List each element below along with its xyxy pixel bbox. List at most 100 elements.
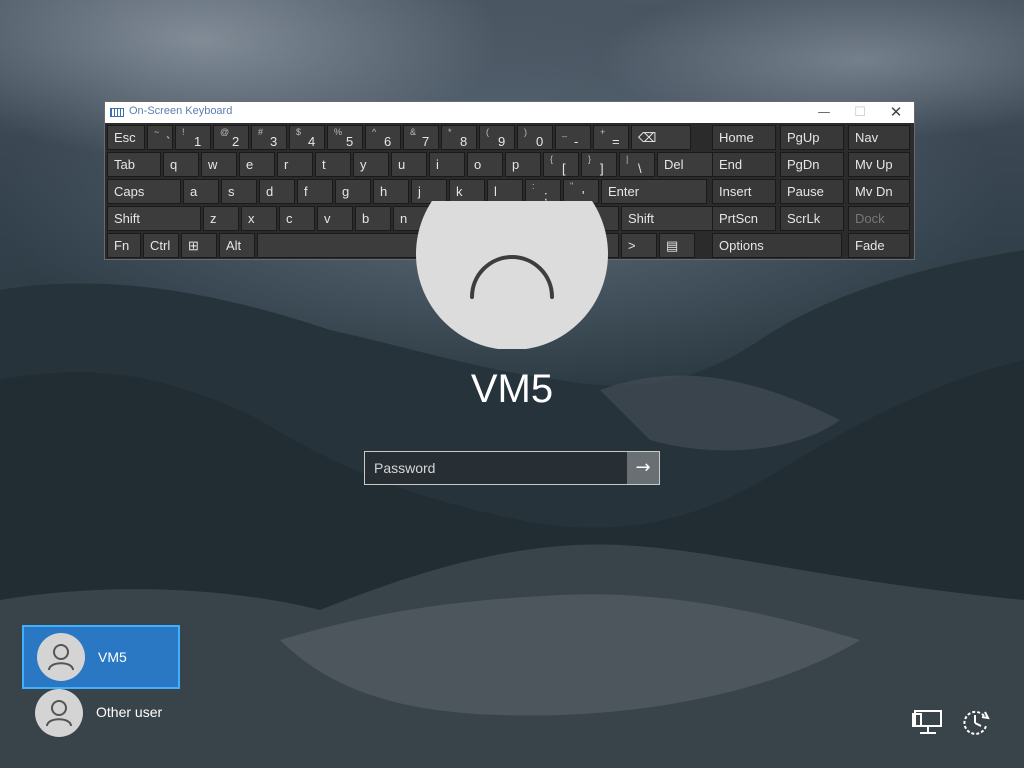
key-home[interactable]: Home: [712, 125, 776, 150]
key-0[interactable]: ) 0: [517, 125, 553, 150]
key-label: PrtScn: [719, 211, 759, 226]
key-b[interactable]: b: [355, 206, 391, 231]
key-fn[interactable]: Fn: [107, 233, 141, 258]
key-[[interactable]: {[: [543, 152, 579, 177]
osk-title-bar[interactable]: On-Screen Keyboard — ☐ ✕: [105, 102, 914, 123]
key-6[interactable]: ^ 6: [365, 125, 401, 150]
key-label: z: [210, 211, 217, 226]
key-label: PgUp: [787, 130, 820, 145]
key-prtscn[interactable]: PrtScn: [712, 206, 776, 231]
key-enter[interactable]: Enter: [601, 179, 707, 204]
key-label: o: [474, 157, 482, 172]
key-a[interactable]: a: [183, 179, 219, 204]
key-shift-label: (: [486, 127, 489, 137]
key-▤[interactable]: ▤: [659, 233, 695, 258]
key-x[interactable]: x: [241, 206, 277, 231]
user-tile-other-user[interactable]: Other user: [22, 680, 180, 744]
key-main-label: 1: [194, 134, 202, 149]
key-main-label: 0: [536, 134, 544, 149]
close-button[interactable]: ✕: [878, 102, 914, 123]
maximize-button[interactable]: ☐: [842, 102, 878, 123]
key-tab[interactable]: Tab: [107, 152, 161, 177]
key-o[interactable]: o: [467, 152, 503, 177]
key-i[interactable]: i: [429, 152, 465, 177]
key-nav[interactable]: Nav: [848, 125, 910, 150]
key-s[interactable]: s: [221, 179, 257, 204]
key-u[interactable]: u: [391, 152, 427, 177]
key-⌫[interactable]: ⌫: [631, 125, 691, 150]
key-scrlk[interactable]: ScrLk: [780, 206, 844, 231]
key-9[interactable]: (9: [479, 125, 515, 150]
key--[interactable]: _ -: [555, 125, 591, 150]
key-d[interactable]: d: [259, 179, 295, 204]
minimize-button[interactable]: —: [806, 102, 842, 123]
key-z[interactable]: z: [203, 206, 239, 231]
key-=[interactable]: + =: [593, 125, 629, 150]
key-mv-dn[interactable]: Mv Dn: [848, 179, 910, 204]
submit-arrow-button[interactable]: →: [627, 452, 659, 484]
key-][interactable]: }]: [581, 152, 617, 177]
key-pgdn[interactable]: PgDn: [780, 152, 844, 177]
key-main-label: 7: [422, 134, 430, 149]
key-t[interactable]: t: [315, 152, 351, 177]
key-shift-label: +: [600, 127, 606, 137]
key-label: ▤: [666, 238, 679, 253]
key-label: c: [286, 211, 293, 226]
key-label: Pause: [787, 184, 824, 199]
key-shift-label: ^: [372, 127, 377, 137]
key-y[interactable]: y: [353, 152, 389, 177]
key-alt[interactable]: Alt: [219, 233, 255, 258]
key-3[interactable]: #3: [251, 125, 287, 150]
ease-of-access-icon[interactable]: [958, 706, 992, 740]
key-esc[interactable]: Esc: [107, 125, 145, 150]
key-1[interactable]: ! 1: [175, 125, 211, 150]
key-c[interactable]: c: [279, 206, 315, 231]
key-main-label: [: [562, 161, 566, 176]
key-4[interactable]: $4: [289, 125, 325, 150]
key-r[interactable]: r: [277, 152, 313, 177]
key-2[interactable]: @2: [213, 125, 249, 150]
key-e[interactable]: e: [239, 152, 275, 177]
key-p[interactable]: p: [505, 152, 541, 177]
key-caps[interactable]: Caps: [107, 179, 181, 204]
key-del[interactable]: Del: [657, 152, 719, 177]
key-ctrl[interactable]: Ctrl: [143, 233, 179, 258]
key-\[interactable]: | \: [619, 152, 655, 177]
key-shift[interactable]: Shift: [107, 206, 201, 231]
loading-spinner-icon: [470, 255, 554, 299]
key-shift-label: :: [532, 181, 535, 191]
key-f[interactable]: f: [297, 179, 333, 204]
key-label: Shift: [628, 211, 655, 226]
key-mv-up[interactable]: Mv Up: [848, 152, 910, 177]
key-w[interactable]: w: [201, 152, 237, 177]
key-h[interactable]: h: [373, 179, 409, 204]
key-shift-label: %: [334, 127, 343, 137]
user-avatar-icon: [35, 689, 83, 737]
key-pgup[interactable]: PgUp: [780, 125, 844, 150]
key-label: Options: [719, 238, 764, 253]
key-`[interactable]: ~ `: [147, 125, 173, 150]
key-end[interactable]: End: [712, 152, 776, 177]
key-v[interactable]: v: [317, 206, 353, 231]
key-7[interactable]: & 7: [403, 125, 439, 150]
key-options[interactable]: Options: [712, 233, 842, 258]
key-label: >: [628, 238, 636, 253]
key-label: u: [398, 157, 406, 172]
key-⊞[interactable]: ⊞: [181, 233, 217, 258]
key-label: Insert: [719, 184, 752, 199]
key-pause[interactable]: Pause: [780, 179, 844, 204]
key-main-label: 2: [232, 134, 240, 149]
network-icon[interactable]: [911, 706, 945, 740]
key-5[interactable]: % 5: [327, 125, 363, 150]
key-label: e: [246, 157, 254, 172]
key-label: Del: [664, 157, 684, 172]
key->[interactable]: >: [621, 233, 657, 258]
key-insert[interactable]: Insert: [712, 179, 776, 204]
key-fade[interactable]: Fade: [848, 233, 910, 258]
key-q[interactable]: q: [163, 152, 199, 177]
key-shift-label: ): [524, 127, 527, 137]
user-tile-name: VM5: [98, 649, 127, 665]
key-g[interactable]: g: [335, 179, 371, 204]
key-8[interactable]: * 8: [441, 125, 477, 150]
password-input[interactable]: [365, 452, 627, 484]
